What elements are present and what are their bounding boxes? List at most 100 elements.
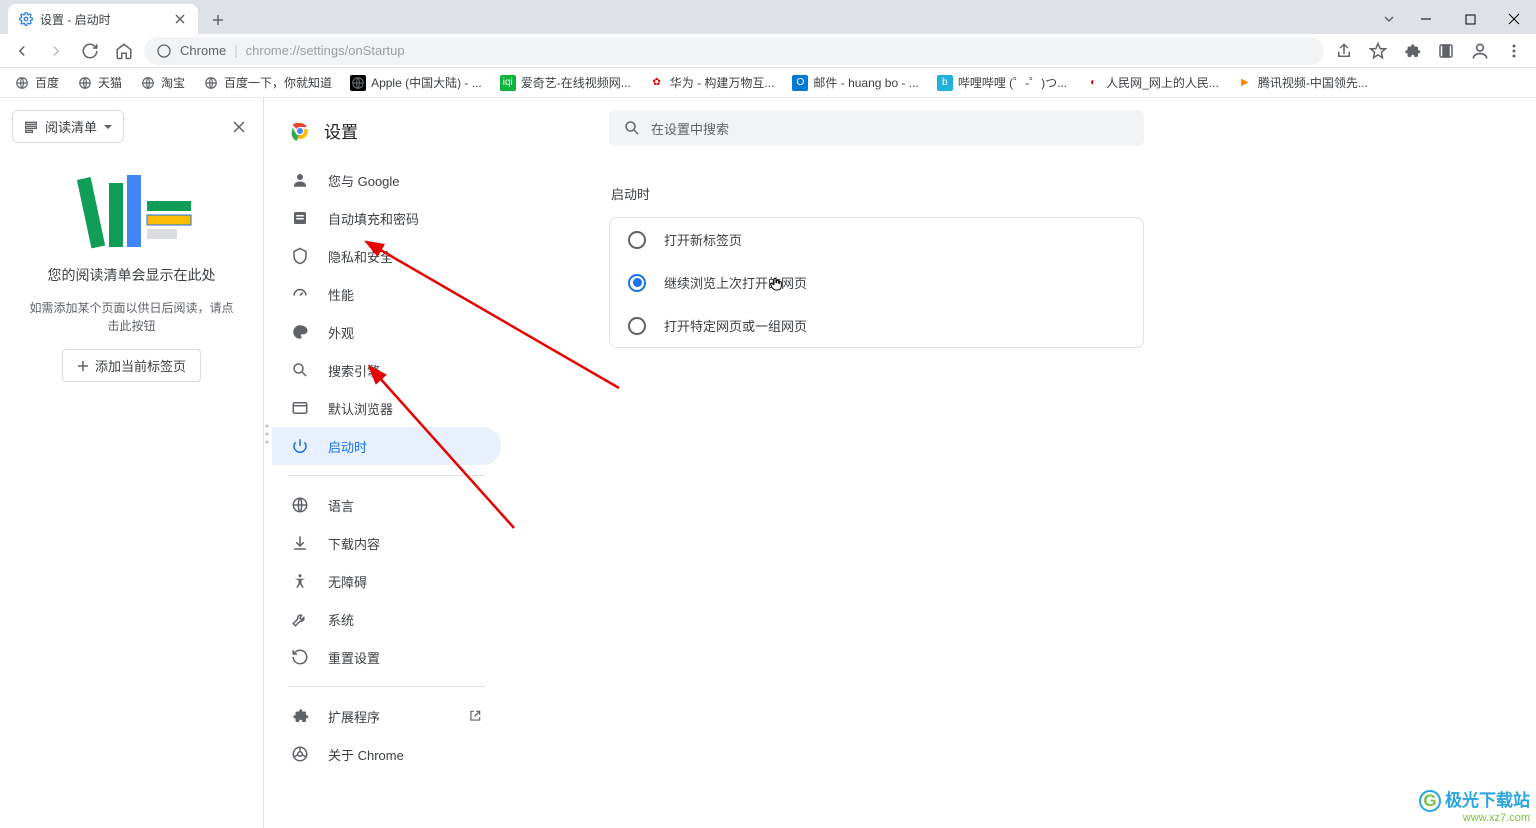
reading-list-subtitle: 如需添加某个页面以供日后阅读，请点击此按钮 bbox=[24, 299, 239, 335]
nav-label: 扩展程序 bbox=[328, 707, 380, 726]
option-label: 打开特定网页或一组网页 bbox=[664, 316, 807, 335]
autofill-icon bbox=[290, 208, 310, 228]
watermark: G极光下载站 www.xz7.com bbox=[1419, 790, 1530, 824]
nav-you-and-google[interactable]: 您与 Google bbox=[272, 161, 501, 199]
profile-icon[interactable] bbox=[1466, 37, 1494, 65]
settings-main: 在设置中搜索 启动时 打开新标签页 继续浏览上次打开的网页 bbox=[509, 98, 1536, 828]
nav-default-browser[interactable]: 默认浏览器 bbox=[272, 389, 501, 427]
option-specific[interactable]: 打开特定网页或一组网页 bbox=[610, 304, 1143, 347]
nav-extensions[interactable]: 扩展程序 bbox=[272, 697, 501, 735]
settings-title: 设置 bbox=[324, 118, 358, 143]
minimize-button[interactable] bbox=[1404, 4, 1448, 34]
omnibox-path: chrome://settings/onStartup bbox=[246, 43, 405, 58]
site-info-icon[interactable] bbox=[156, 43, 172, 59]
nav-label: 搜索引擎 bbox=[328, 361, 380, 380]
close-icon[interactable] bbox=[172, 11, 188, 27]
nav-reset[interactable]: 重置设置 bbox=[272, 638, 501, 676]
nav-autofill[interactable]: 自动填充和密码 bbox=[272, 199, 501, 237]
back-button[interactable] bbox=[8, 37, 36, 65]
reading-list-illustration bbox=[57, 171, 207, 251]
bookmark-item[interactable]: 百度一下，你就知道 bbox=[197, 71, 338, 94]
watermark-text: 极光下载站 bbox=[1445, 792, 1530, 811]
reload-button[interactable] bbox=[76, 37, 104, 65]
bookmark-label: 天猫 bbox=[98, 74, 122, 91]
accessibility-icon bbox=[290, 571, 310, 591]
reading-list-dropdown-label: 阅读清单 bbox=[45, 117, 97, 136]
bookmark-favicon bbox=[140, 75, 156, 91]
bookmark-label: Apple (中国大陆) - ... bbox=[371, 74, 482, 91]
bookmark-label: 邮件 - huang bo - ... bbox=[813, 74, 918, 91]
bookmark-favicon: iqi bbox=[500, 75, 516, 91]
star-icon[interactable] bbox=[1364, 37, 1392, 65]
nav-performance[interactable]: 性能 bbox=[272, 275, 501, 313]
bookmark-item[interactable]: Apple (中国大陆) - ... bbox=[344, 71, 488, 94]
bookmark-item[interactable]: ▶腾讯视频-中国领先... bbox=[1231, 71, 1374, 94]
bookmark-item[interactable]: ✿华为 - 构建万物互... bbox=[643, 71, 781, 94]
nav-privacy[interactable]: 隐私和安全 bbox=[272, 237, 501, 275]
settings-title-row: 设置 bbox=[272, 114, 501, 161]
settings-search-input[interactable]: 在设置中搜索 bbox=[609, 110, 1144, 146]
bookmark-item[interactable]: O 邮件 - huang bo - ... bbox=[786, 71, 924, 94]
bookmark-favicon: O bbox=[792, 75, 808, 91]
option-continue[interactable]: 继续浏览上次打开的网页 bbox=[610, 261, 1143, 304]
reading-list-dropdown[interactable]: 阅读清单 bbox=[12, 110, 124, 143]
window-close-button[interactable] bbox=[1492, 4, 1536, 34]
nav-label: 性能 bbox=[328, 285, 354, 304]
new-tab-button[interactable] bbox=[204, 6, 232, 34]
nav-search[interactable]: 搜索引擎 bbox=[272, 351, 501, 389]
bookmark-item[interactable]: b哔哩哔哩 (゜-゜)つ... bbox=[931, 71, 1073, 94]
nav-languages[interactable]: 语言 bbox=[272, 486, 501, 524]
bookmark-label: 百度 bbox=[35, 74, 59, 91]
bookmark-item[interactable]: 淘宝 bbox=[134, 71, 191, 94]
panel-resize-handle[interactable] bbox=[264, 414, 270, 454]
menu-icon[interactable] bbox=[1500, 37, 1528, 65]
chevron-down-icon[interactable] bbox=[1374, 13, 1404, 25]
nav-system[interactable]: 系统 bbox=[272, 600, 501, 638]
bookmark-favicon bbox=[203, 75, 219, 91]
nav-on-startup[interactable]: 启动时 bbox=[272, 427, 501, 465]
cursor-hand-icon bbox=[768, 275, 784, 291]
puzzle-icon bbox=[290, 706, 310, 726]
gear-icon bbox=[18, 11, 34, 27]
panel-close-icon[interactable] bbox=[227, 115, 251, 139]
wrench-icon bbox=[290, 609, 310, 629]
maximize-button[interactable] bbox=[1448, 4, 1492, 34]
nav-accessibility[interactable]: 无障碍 bbox=[272, 562, 501, 600]
chrome-logo-icon bbox=[288, 119, 312, 143]
nav-about[interactable]: 关于 Chrome bbox=[272, 735, 501, 773]
reading-list-header: 阅读清单 bbox=[8, 106, 255, 147]
forward-button[interactable] bbox=[42, 37, 70, 65]
tab-title: 设置 - 启动时 bbox=[40, 11, 166, 28]
nav-label: 隐私和安全 bbox=[328, 247, 393, 266]
reset-icon bbox=[290, 647, 310, 667]
nav-label: 自动填充和密码 bbox=[328, 209, 419, 228]
search-icon bbox=[290, 360, 310, 380]
bookmark-item[interactable]: iqi爱奇艺-在线视频网... bbox=[494, 71, 637, 94]
bookmark-favicon: ◐ bbox=[1085, 75, 1101, 91]
external-link-icon bbox=[467, 708, 483, 724]
watermark-url: www.xz7.com bbox=[1419, 812, 1530, 824]
home-button[interactable] bbox=[110, 37, 138, 65]
reading-list-body: 您的阅读清单会显示在此处 如需添加某个页面以供日后阅读，请点击此按钮 添加当前标… bbox=[8, 147, 255, 820]
palette-icon bbox=[290, 322, 310, 342]
extensions-icon[interactable] bbox=[1398, 37, 1426, 65]
bookmark-favicon bbox=[350, 75, 366, 91]
nav-label: 关于 Chrome bbox=[328, 745, 404, 764]
speedometer-icon bbox=[290, 284, 310, 304]
nav-label: 下载内容 bbox=[328, 534, 380, 553]
share-icon[interactable] bbox=[1330, 37, 1358, 65]
bookmark-item[interactable]: ◐人民网_网上的人民... bbox=[1079, 71, 1225, 94]
bookmark-item[interactable]: 百度 bbox=[8, 71, 65, 94]
window-titlebar: 设置 - 启动时 bbox=[0, 0, 1536, 34]
option-new-tab[interactable]: 打开新标签页 bbox=[610, 218, 1143, 261]
bookmark-favicon: ✿ bbox=[649, 75, 665, 91]
address-bar[interactable]: Chrome | chrome://settings/onStartup bbox=[144, 37, 1324, 65]
globe-icon bbox=[290, 495, 310, 515]
reading-list-icon[interactable] bbox=[1432, 37, 1460, 65]
settings-page: 设置 您与 Google 自动填充和密码 隐私和安全 性能 外观 搜索引擎 默认… bbox=[264, 98, 1536, 828]
nav-appearance[interactable]: 外观 bbox=[272, 313, 501, 351]
browser-tab[interactable]: 设置 - 启动时 bbox=[8, 4, 198, 34]
bookmark-item[interactable]: 天猫 bbox=[71, 71, 128, 94]
nav-downloads[interactable]: 下载内容 bbox=[272, 524, 501, 562]
add-current-tab-button[interactable]: 添加当前标签页 bbox=[62, 349, 201, 382]
